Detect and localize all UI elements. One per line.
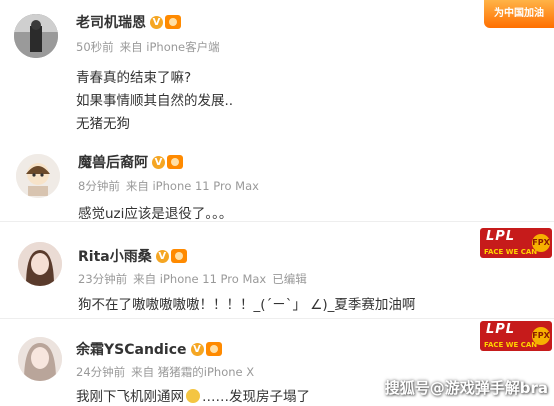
post-time: 8分钟前 <box>78 179 120 193</box>
avatar-cartoon-icon <box>16 154 60 198</box>
comment-text-line: 如果事情顺其自然的发展.. <box>76 93 234 109</box>
team-badge: LPL FACE WE CAN FPX <box>480 228 552 258</box>
verified-icon: V <box>190 342 204 356</box>
comment-text-line: 感觉uzi应该是退役了。。。 <box>78 206 233 222</box>
comment-text-line: 青春真的结束了嘛? <box>76 70 192 86</box>
post-source[interactable]: 来自 猪猪霜的iPhone X <box>131 364 254 380</box>
comment-text-line: 我刚下飞机刚通网 <box>76 389 184 405</box>
username[interactable]: 老司机瑞恩 <box>76 12 146 32</box>
avatar[interactable] <box>16 154 60 198</box>
comment-text: 我刚下飞机刚通网 ……发现房子塌了 <box>76 385 310 405</box>
comment-text-line: 狗不在了嗷嗷嗷嗷嗷！！！！_(´ㄧ`」 ∠)_夏季赛加油啊 <box>78 297 416 313</box>
comment-item: 魔兽后裔阿 V 8分钟前 来自 iPhone 11 Pro Max 感觉uzi应… <box>0 140 554 222</box>
comment-text-line: 无猪无狗 <box>76 116 130 132</box>
post-time: 24分钟前 <box>76 365 126 379</box>
member-level-icon <box>170 249 187 263</box>
avatar[interactable] <box>14 14 58 58</box>
comment-item: 老司机瑞恩 V 50秒前 来自 iPhone客户端 青春真的结束了嘛? 如果事情… <box>0 0 554 140</box>
emoji-icon <box>186 389 200 403</box>
username[interactable]: Rita小雨桑 <box>78 246 152 266</box>
post-time: 50秒前 <box>76 40 114 54</box>
team-badge: LPL FACE WE CAN FPX <box>480 321 552 351</box>
edited-label[interactable]: 已编辑 <box>272 271 307 287</box>
post-source[interactable]: 来自 iPhone 11 Pro Max <box>133 271 266 287</box>
member-level-icon <box>205 342 222 356</box>
post-time: 23分钟前 <box>78 272 128 286</box>
member-level-icon <box>165 15 181 29</box>
avatar[interactable] <box>18 337 62 381</box>
avatar-photo-icon <box>14 14 58 58</box>
verified-icon: V <box>155 249 169 263</box>
verified-icon: V <box>152 155 165 169</box>
member-level-icon <box>167 155 183 169</box>
post-source[interactable]: 来自 iPhone客户端 <box>120 39 220 55</box>
post-source[interactable]: 来自 iPhone 11 Pro Max <box>126 178 259 194</box>
avatar-photo-icon <box>18 337 62 381</box>
watermark: 搜狐号@游戏弹手解bra <box>384 379 548 397</box>
username[interactable]: 余霜YSCandice <box>76 339 187 359</box>
comment-text-line: ……发现房子塌了 <box>202 389 310 405</box>
avatar-photo-icon <box>18 242 62 286</box>
verified-icon: V <box>150 15 163 29</box>
username[interactable]: 魔兽后裔阿 <box>78 152 148 172</box>
avatar[interactable] <box>18 242 62 286</box>
comment-item: Rita小雨桑 V 23分钟前 来自 iPhone 11 Pro Max 已编辑… <box>0 222 554 317</box>
